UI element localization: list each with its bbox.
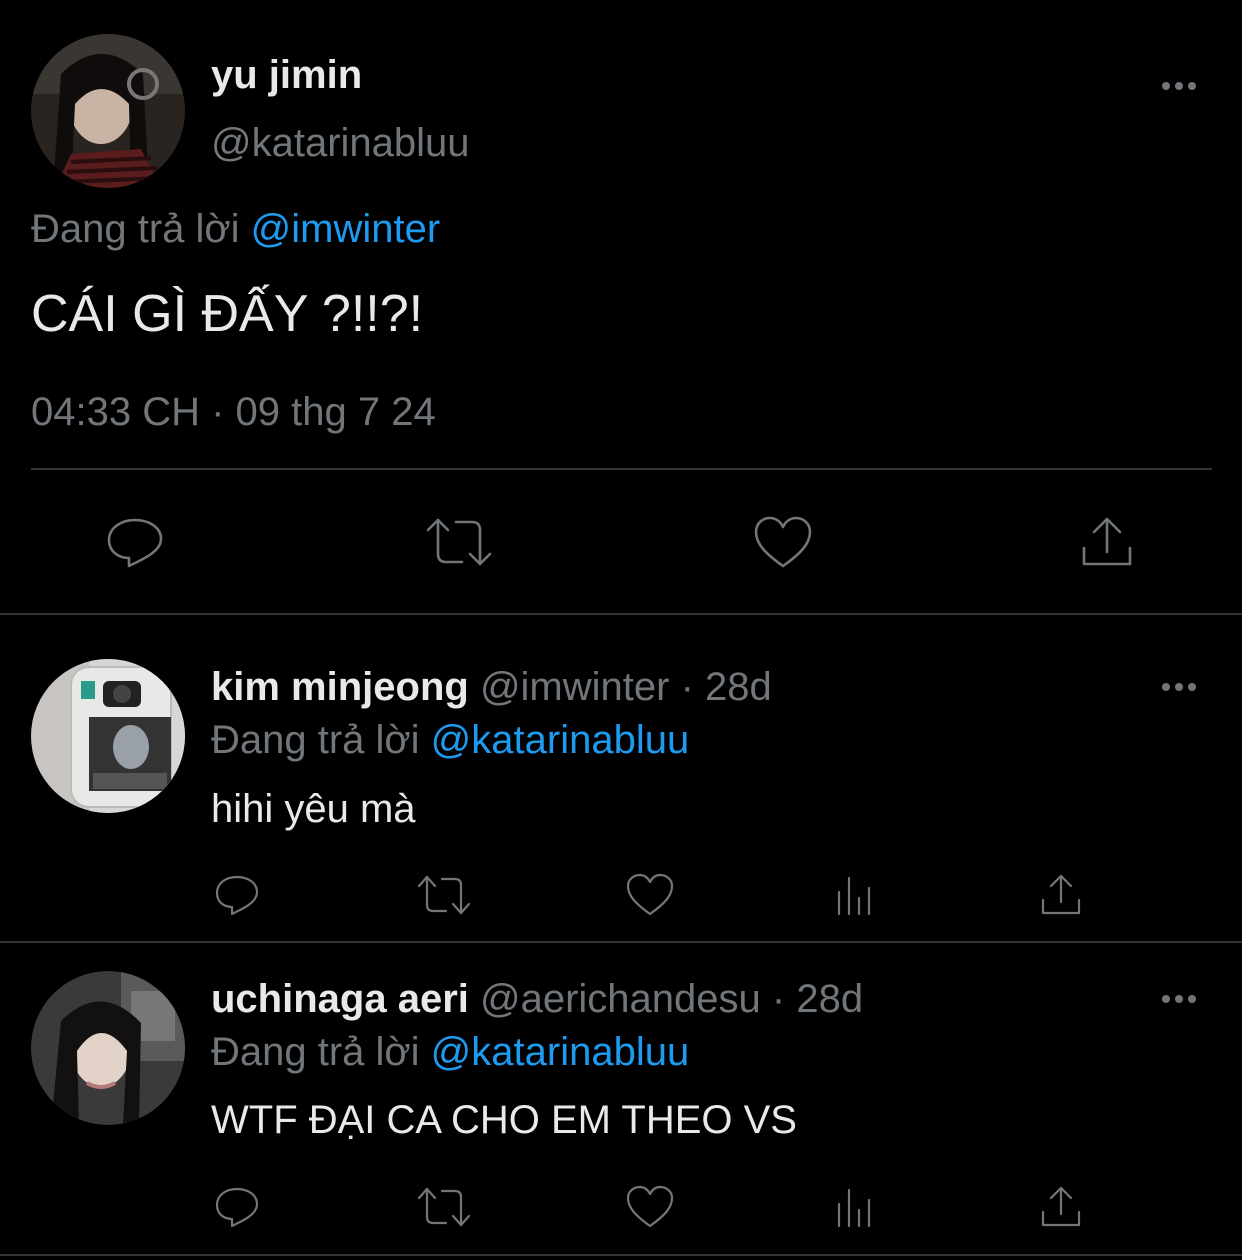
avatar[interactable] — [31, 659, 185, 813]
retweet-icon[interactable] — [424, 514, 494, 570]
handle[interactable]: @aerichandesu — [480, 977, 761, 1021]
tweet-age[interactable]: · 28d — [772, 977, 863, 1021]
retweet-icon[interactable] — [415, 872, 473, 918]
display-name[interactable]: yu jimin — [211, 52, 362, 98]
avatar[interactable] — [31, 971, 185, 1125]
reply-to-link[interactable]: @imwinter — [251, 207, 441, 251]
tweet-header: kim minjeong @imwinter · 28d — [211, 664, 772, 710]
divider — [0, 941, 1242, 943]
views-icon[interactable] — [834, 872, 878, 918]
reply-to-link[interactable]: @katarinabluu — [431, 718, 690, 762]
handle[interactable]: @katarinabluu — [211, 120, 470, 166]
avatar[interactable] — [31, 34, 185, 188]
display-name[interactable]: uchinaga aeri — [211, 977, 469, 1021]
divider — [0, 1254, 1242, 1256]
tweet-text: WTF ĐẠI CA CHO EM THEO VS — [211, 1098, 797, 1142]
display-name[interactable]: kim minjeong — [211, 665, 469, 709]
tweet-text: CÁI GÌ ĐẤY ?!!?! — [31, 285, 424, 343]
share-icon[interactable] — [1038, 1184, 1084, 1230]
reply-context: Đang trả lời @imwinter — [31, 206, 440, 252]
reply-context: Đang trả lời @katarinabluu — [211, 1029, 689, 1075]
handle[interactable]: @imwinter — [480, 665, 670, 709]
share-icon[interactable] — [1038, 872, 1084, 918]
more-icon[interactable] — [1161, 79, 1197, 91]
reply-prefix: Đang trả lời — [211, 1030, 420, 1074]
views-icon[interactable] — [834, 1184, 878, 1230]
like-icon[interactable] — [625, 872, 675, 918]
reply-icon[interactable] — [213, 872, 261, 918]
like-icon[interactable] — [752, 514, 814, 570]
timestamp[interactable]: 04:33 CH · 09 thg 7 24 — [31, 389, 436, 435]
tweet-age[interactable]: · 28d — [681, 665, 772, 709]
more-icon[interactable] — [1161, 992, 1197, 1004]
share-icon[interactable] — [1078, 514, 1136, 570]
reply-context: Đang trả lời @katarinabluu — [211, 717, 689, 763]
reply-to-link[interactable]: @katarinabluu — [431, 1030, 690, 1074]
reply-icon[interactable] — [105, 514, 165, 570]
divider — [0, 613, 1242, 615]
more-icon[interactable] — [1161, 680, 1197, 692]
tweet-header: uchinaga aeri @aerichandesu · 28d — [211, 976, 863, 1022]
reply-icon[interactable] — [213, 1184, 261, 1230]
divider — [31, 468, 1212, 470]
reply-prefix: Đang trả lời — [211, 718, 420, 762]
like-icon[interactable] — [625, 1184, 675, 1230]
tweet-text: hihi yêu mà — [211, 787, 416, 831]
retweet-icon[interactable] — [415, 1184, 473, 1230]
reply-prefix: Đang trả lời — [31, 207, 240, 251]
